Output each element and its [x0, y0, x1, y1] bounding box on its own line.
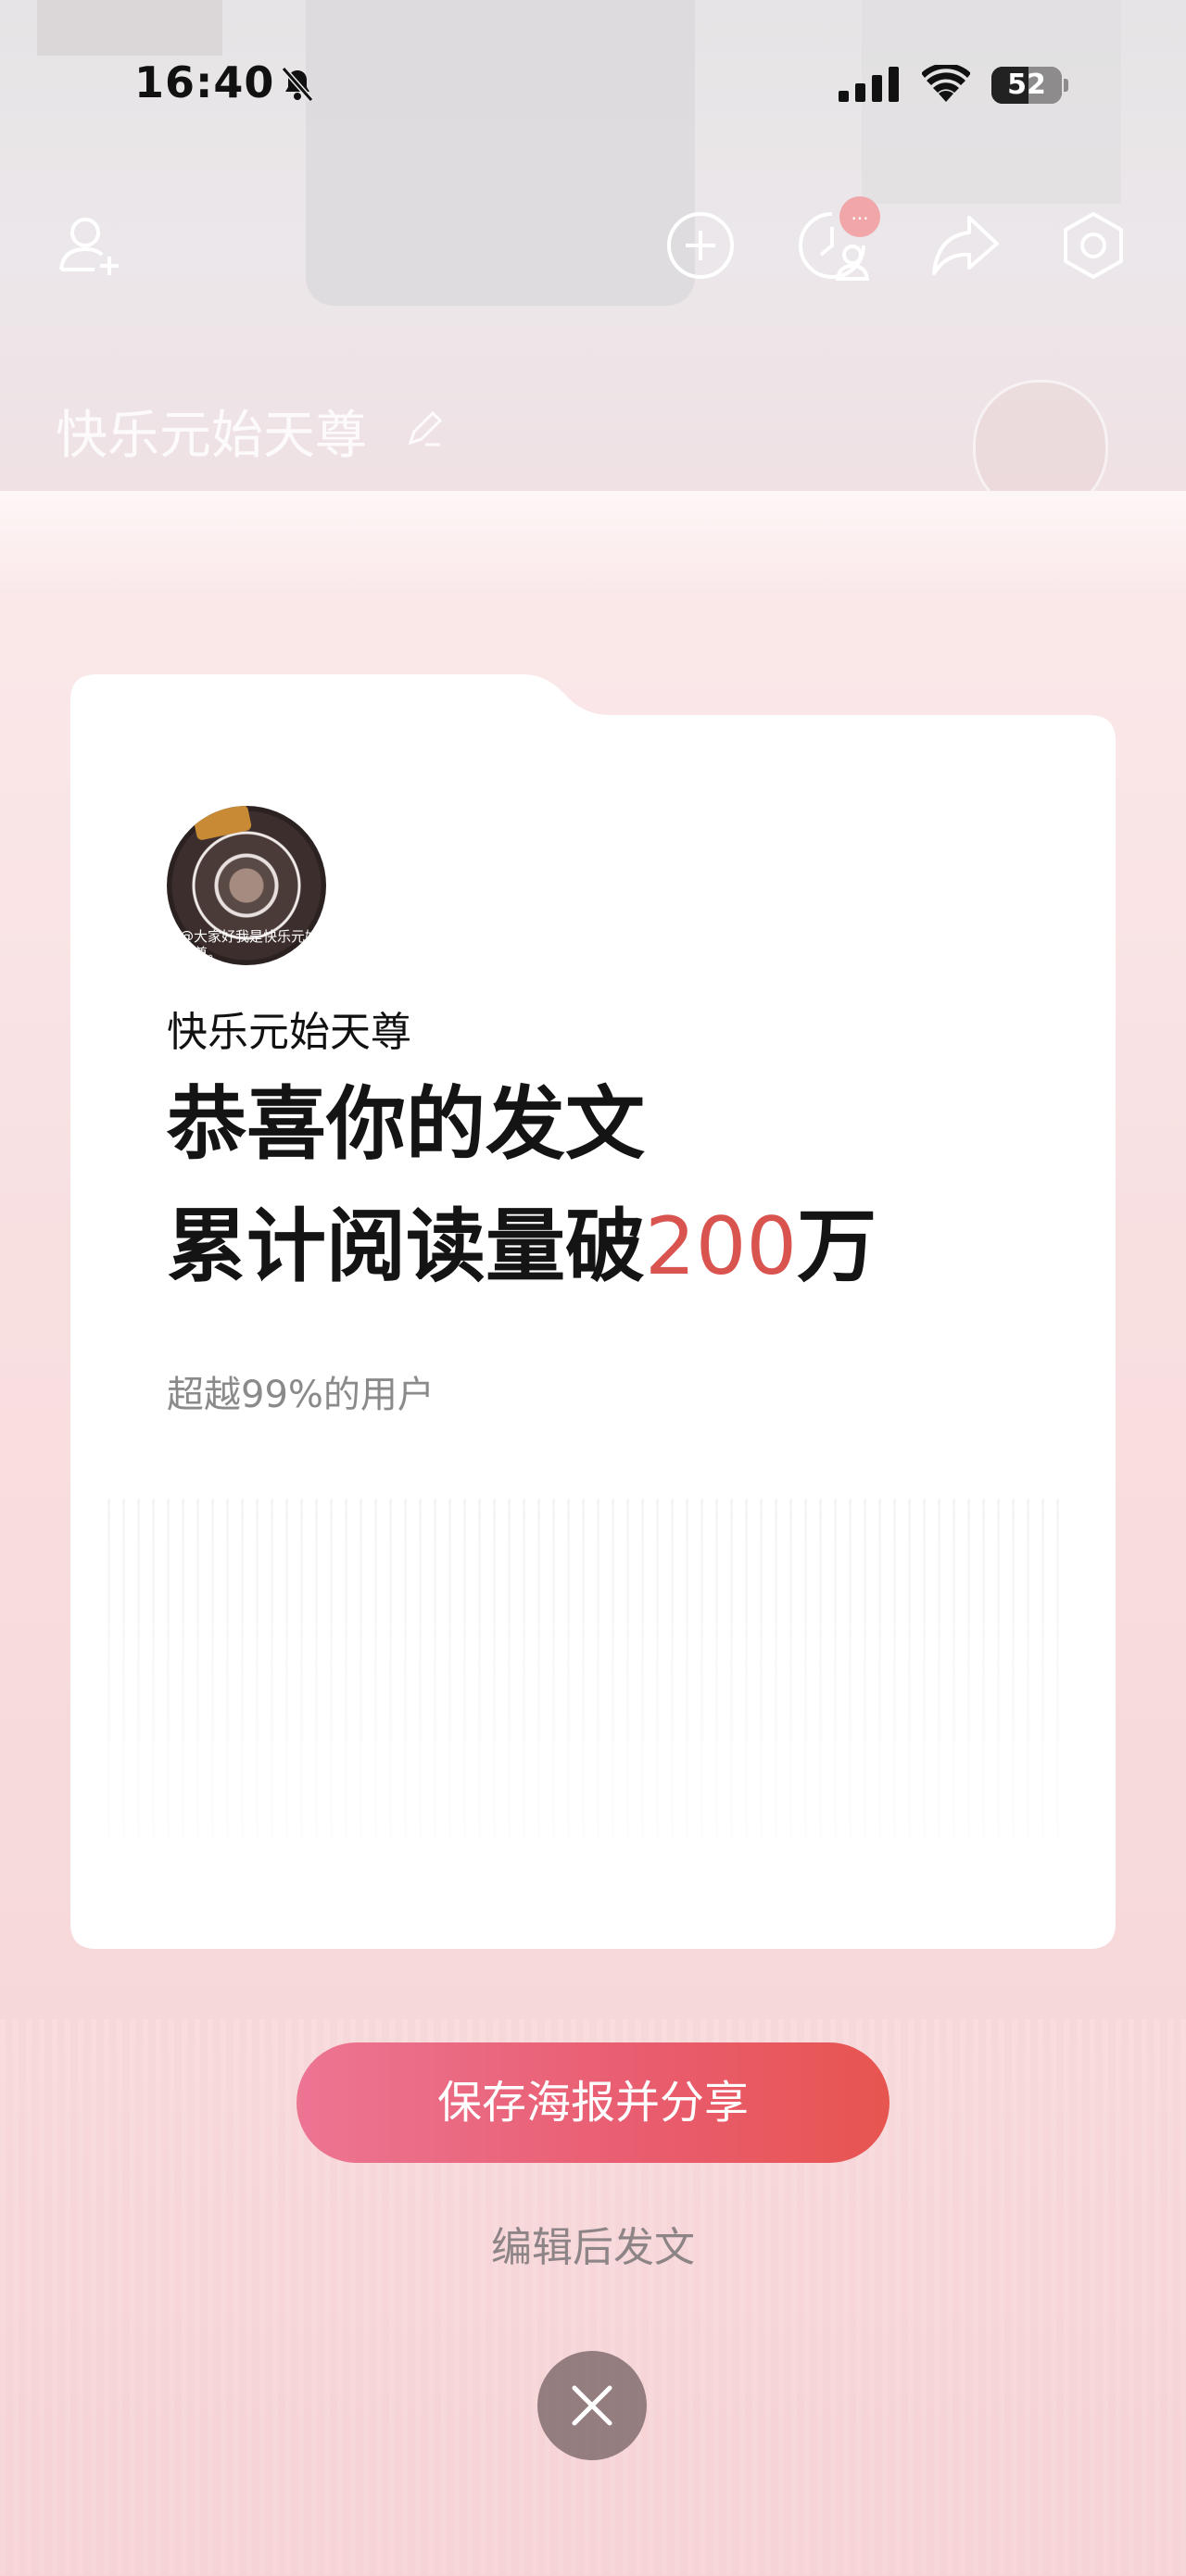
achievement-poster: @大家好我是快乐元始天尊。 快乐元始天尊 恭喜你的发文 累计阅读量破200万 超… — [70, 674, 1116, 1949]
save-and-share-button[interactable]: 保存海报并分享 — [296, 2042, 890, 2163]
headline-prefix: 累计阅读量破 — [167, 1200, 645, 1293]
battery-indicator: 52 — [991, 67, 1069, 104]
wifi-icon — [922, 65, 970, 102]
close-button[interactable] — [537, 2351, 647, 2460]
headline-number: 200 — [645, 1200, 798, 1293]
battery-body: 52 — [991, 67, 1062, 104]
avatar-caption: @大家好我是快乐元始天尊。 — [180, 928, 320, 961]
poster-avatar: @大家好我是快乐元始天尊。 — [167, 806, 326, 965]
settings-icon[interactable] — [1056, 208, 1130, 283]
add-friend-icon[interactable] — [54, 208, 128, 283]
poster-headline: 恭喜你的发文 累计阅读量破200万 — [167, 1063, 877, 1308]
background-shape — [306, 0, 695, 306]
bell-muted-icon — [281, 67, 314, 102]
poster-subtitle: 超越99%的用户 — [167, 1374, 435, 1416]
background-shape — [37, 0, 222, 56]
poster-username: 快乐元始天尊 — [167, 1009, 411, 1056]
status-time: 16:40 — [134, 57, 275, 107]
profile-name: 快乐元始天尊 — [56, 406, 367, 466]
signal-icon — [839, 67, 899, 102]
visitors-badge: ... — [839, 196, 880, 237]
poster-decoration — [107, 1499, 1071, 1897]
battery-level: 52 — [1007, 69, 1046, 101]
edit-pencil-icon[interactable] — [403, 408, 446, 450]
edit-and-post-link[interactable]: 编辑后发文 — [408, 2214, 778, 2273]
close-icon — [572, 2385, 612, 2426]
headline-line-2: 累计阅读量破200万 — [167, 1186, 877, 1308]
battery-cap — [1064, 79, 1068, 92]
headline-line-1: 恭喜你的发文 — [167, 1078, 645, 1171]
add-circle-icon[interactable] — [663, 208, 738, 283]
share-icon[interactable] — [928, 208, 1003, 283]
headline-suffix: 万 — [797, 1200, 877, 1293]
